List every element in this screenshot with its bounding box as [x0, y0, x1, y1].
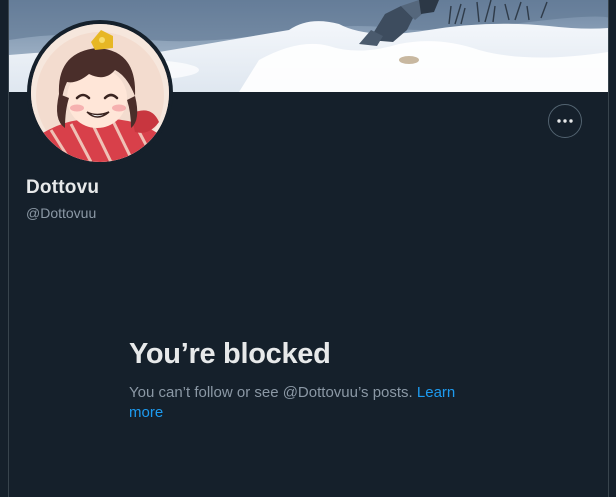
blocked-title: You’re blocked: [129, 338, 331, 370]
profile-handle: @Dottovuu: [26, 205, 97, 221]
profile-page: Dottovu @Dottovuu You’re blocked You can…: [0, 0, 616, 497]
profile-column: Dottovu @Dottovuu You’re blocked You can…: [9, 0, 608, 497]
profile-avatar[interactable]: [27, 20, 173, 166]
more-options-button[interactable]: [548, 104, 582, 138]
more-horizontal-icon: [557, 119, 573, 123]
left-column-edge: [0, 0, 9, 497]
anime-girl-avatar-image: [31, 24, 169, 162]
profile-display-name: Dottovu: [26, 177, 100, 198]
blocked-message-block: You can’t follow or see @Dottovuu’s post…: [129, 383, 474, 423]
right-column-edge: [608, 0, 616, 497]
blocked-message: You can’t follow or see @Dottovuu’s post…: [129, 384, 413, 401]
